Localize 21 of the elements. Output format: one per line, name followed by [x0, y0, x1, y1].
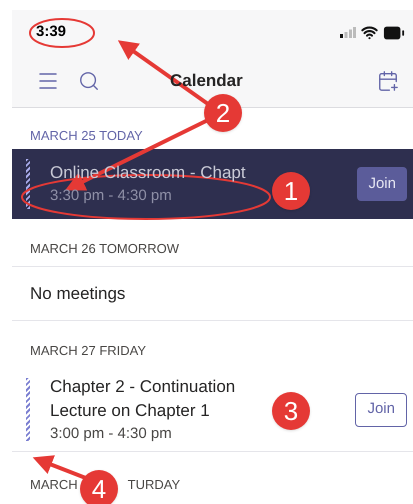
event-stripe	[26, 159, 30, 209]
event-time: 3:30 pm - 4:30 pm	[50, 186, 172, 206]
event-stripe	[26, 378, 30, 441]
new-event-button[interactable]	[377, 70, 399, 92]
signal-icon	[340, 27, 356, 38]
date-heading: MARCH 27 FRIDAY	[30, 342, 146, 360]
event-title: Lecture on Chapter 1	[50, 400, 210, 422]
date-heading: MARCH 25 TODAY	[30, 126, 143, 144]
join-button[interactable]: Join	[355, 392, 407, 426]
join-button[interactable]: Join	[357, 167, 407, 201]
wifi-icon	[361, 24, 378, 41]
event-time: 3:00 pm - 4:30 pm	[50, 424, 172, 444]
date-heading: MARCH	[30, 476, 78, 494]
search-button[interactable]	[78, 70, 100, 92]
event-title: Chapter 2 - Continuation	[50, 376, 236, 398]
date-heading: TURDAY	[128, 476, 180, 494]
annotation-badge: 4	[80, 470, 118, 504]
date-heading: MARCH 26 TOMORROW	[30, 240, 180, 258]
status-time: 3:39	[36, 22, 66, 42]
empty-message: No meetings	[30, 282, 126, 305]
annotation-ellipse	[29, 18, 95, 48]
